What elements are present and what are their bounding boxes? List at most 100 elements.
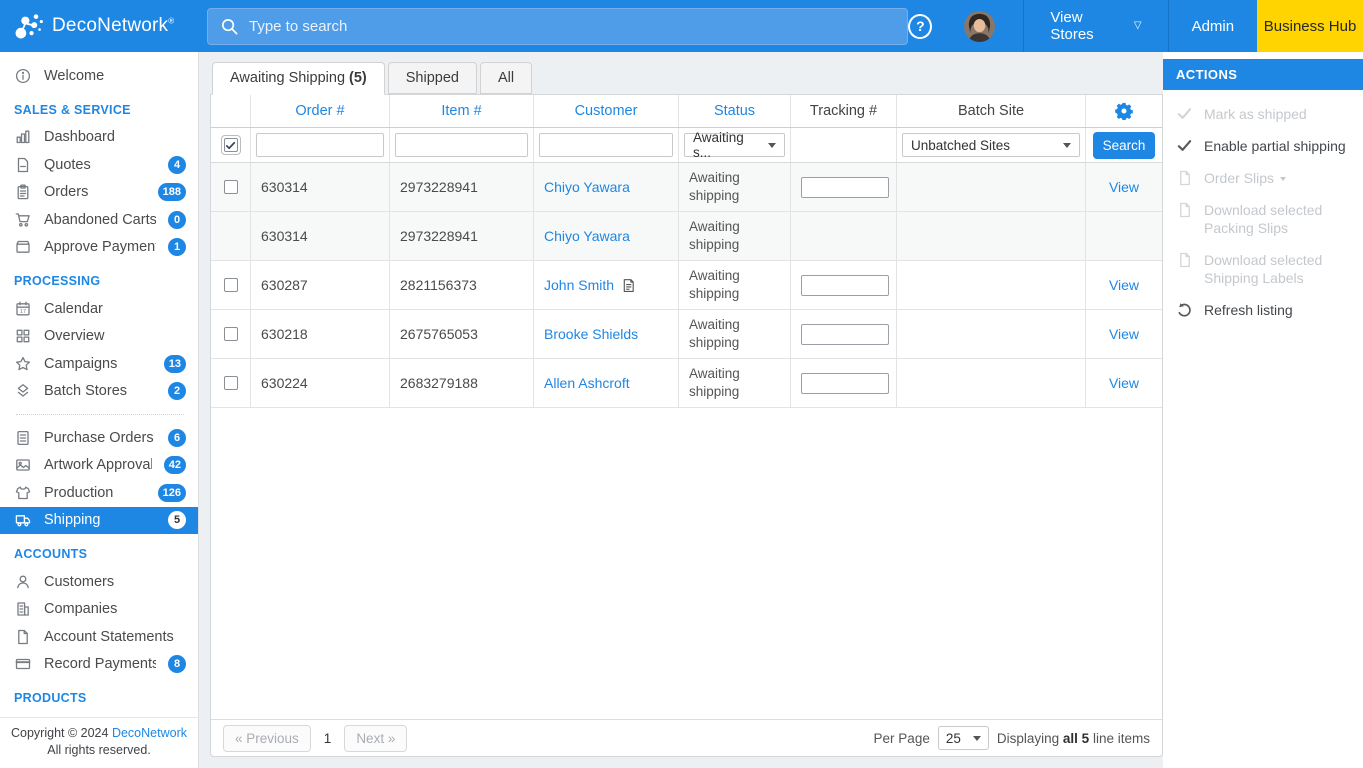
- view-stores-button[interactable]: View Stores ▽: [1024, 0, 1167, 52]
- sidebar-item-account-statements[interactable]: Account Statements: [0, 623, 198, 651]
- person-icon: [14, 574, 32, 590]
- sidebar-item-campaigns[interactable]: Campaigns 13: [0, 350, 198, 378]
- search-icon: [220, 17, 239, 36]
- view-link[interactable]: View: [1109, 277, 1139, 293]
- sidebar-item-abandoned-carts[interactable]: Abandoned Carts 0: [0, 206, 198, 234]
- next-page-button[interactable]: Next »: [344, 725, 407, 752]
- brand-logo[interactable]: DecoNetwork®: [0, 10, 199, 42]
- search-input[interactable]: [249, 18, 895, 35]
- item-number: 2973228941: [390, 163, 534, 211]
- row-checkbox[interactable]: [224, 278, 238, 292]
- customer-link[interactable]: John Smith: [544, 277, 614, 293]
- column-header-tracking: Tracking #: [791, 95, 897, 127]
- global-search[interactable]: [207, 8, 908, 45]
- batch-site-cell: [897, 310, 1086, 358]
- truck-icon: [14, 512, 32, 528]
- sidebar-item-companies[interactable]: Companies: [0, 596, 198, 624]
- column-header-customer[interactable]: Customer: [534, 95, 679, 127]
- sidebar-item-artwork-approvals[interactable]: Artwork Approvals 42: [0, 452, 198, 480]
- column-header-item[interactable]: Item #: [390, 95, 534, 127]
- shirt-icon: [14, 485, 32, 501]
- sidebar-item-orders[interactable]: Orders 188: [0, 179, 198, 207]
- sidebar-divider: [16, 414, 184, 415]
- column-header-status[interactable]: Status: [679, 95, 791, 127]
- tracking-input[interactable]: [801, 275, 889, 296]
- action-enable-partial-shipping[interactable]: Enable partial shipping: [1163, 130, 1363, 162]
- user-avatar[interactable]: [964, 11, 995, 42]
- previous-page-button[interactable]: « Previous: [223, 725, 311, 752]
- customer-link[interactable]: Allen Ashcroft: [544, 375, 630, 391]
- filter-customer-input[interactable]: [539, 133, 673, 157]
- per-page-select[interactable]: 25: [938, 726, 989, 750]
- status-text: Awaiting shipping: [679, 212, 791, 260]
- registered-mark: ®: [168, 17, 174, 26]
- status-text: Awaiting shipping: [679, 310, 791, 358]
- view-link[interactable]: View: [1109, 326, 1139, 342]
- customer-link[interactable]: Chiyo Yawara: [544, 228, 630, 244]
- view-link[interactable]: View: [1109, 179, 1139, 195]
- actions-panel: ACTIONS Mark as shipped Enable partial s…: [1163, 52, 1363, 768]
- dashboard-icon: [14, 129, 32, 145]
- sidebar-item-customers[interactable]: Customers: [0, 568, 198, 596]
- sidebar-item-production[interactable]: Production 126: [0, 479, 198, 507]
- row-checkbox[interactable]: [224, 180, 238, 194]
- table-row: 630224 2683279188 Allen Ashcroft Awaitin…: [211, 359, 1162, 408]
- layers-icon: [14, 383, 32, 399]
- file-icon: [1176, 201, 1193, 218]
- action-refresh-listing[interactable]: Refresh listing: [1163, 294, 1363, 326]
- filter-item-input[interactable]: [395, 133, 528, 157]
- sidebar-item-overview[interactable]: Overview: [0, 323, 198, 351]
- order-number: 630224: [251, 359, 390, 407]
- customer-link[interactable]: Brooke Shields: [544, 326, 638, 342]
- help-icon[interactable]: ?: [908, 14, 932, 39]
- shipping-badge: 5: [168, 511, 186, 529]
- artwork-approvals-badge: 42: [164, 456, 186, 474]
- file-icon: [1176, 251, 1193, 268]
- table-search-button[interactable]: Search: [1093, 132, 1155, 159]
- batch-site-cell: [897, 212, 1086, 260]
- filter-batch-site-select[interactable]: Unbatched Sites: [902, 133, 1080, 157]
- select-all-checkbox[interactable]: [221, 135, 241, 155]
- sidebar-item-shipping[interactable]: Shipping 5: [0, 507, 198, 535]
- sidebar-item-purchase-orders[interactable]: Purchase Orders 6: [0, 424, 198, 452]
- view-link[interactable]: View: [1109, 375, 1139, 391]
- item-number: 2675765053: [390, 310, 534, 358]
- table-empty-area: [211, 408, 1162, 719]
- customer-link[interactable]: Chiyo Yawara: [544, 179, 630, 195]
- notes-icon[interactable]: [621, 278, 636, 293]
- order-number: 630218: [251, 310, 390, 358]
- sidebar-item-batch-stores[interactable]: Batch Stores 2: [0, 378, 198, 406]
- filter-order-input[interactable]: [256, 133, 384, 157]
- calendar-icon: 17: [14, 301, 32, 317]
- row-checkbox[interactable]: [224, 327, 238, 341]
- abandoned-carts-badge: 0: [168, 211, 186, 229]
- row-checkbox[interactable]: [224, 376, 238, 390]
- sidebar-item-dashboard[interactable]: Dashboard: [0, 124, 198, 152]
- tracking-input[interactable]: [801, 373, 889, 394]
- clipboard-icon: [14, 184, 32, 200]
- tracking-input[interactable]: [801, 177, 889, 198]
- table-row: 630218 2675765053 Brooke Shields Awaitin…: [211, 310, 1162, 359]
- tracking-input[interactable]: [801, 324, 889, 345]
- tab-all[interactable]: All: [480, 62, 532, 94]
- sidebar-item-approve-payments[interactable]: Approve Payments 1: [0, 234, 198, 262]
- column-header-order[interactable]: Order #: [251, 95, 390, 127]
- batch-site-cell: [897, 359, 1086, 407]
- shipping-table: Order # Item # Customer Status Tracking …: [210, 94, 1163, 757]
- sidebar-item-quotes[interactable]: Quotes 4: [0, 151, 198, 179]
- deconetwork-link[interactable]: DecoNetwork: [112, 726, 187, 740]
- admin-button[interactable]: Admin: [1169, 0, 1258, 52]
- business-hub-button[interactable]: Business Hub: [1257, 0, 1363, 52]
- filter-status-select[interactable]: Awaiting s...: [684, 133, 785, 157]
- main-content: Awaiting Shipping(5) Shipped All Order #…: [199, 52, 1163, 768]
- tab-shipped[interactable]: Shipped: [388, 62, 477, 94]
- sidebar-item-welcome[interactable]: Welcome: [0, 62, 198, 90]
- sidebar-item-record-payments[interactable]: Record Payments 8: [0, 651, 198, 679]
- sidebar-item-calendar[interactable]: 17 Calendar: [0, 295, 198, 323]
- caret-down-icon: [1280, 177, 1286, 181]
- brand-name: DecoNetwork®: [52, 15, 174, 37]
- tab-awaiting-shipping[interactable]: Awaiting Shipping(5): [212, 62, 385, 95]
- displaying-count: Displaying all 5 line items: [997, 731, 1150, 746]
- column-settings[interactable]: [1086, 95, 1162, 127]
- sidebar-item-label: Welcome: [44, 68, 186, 84]
